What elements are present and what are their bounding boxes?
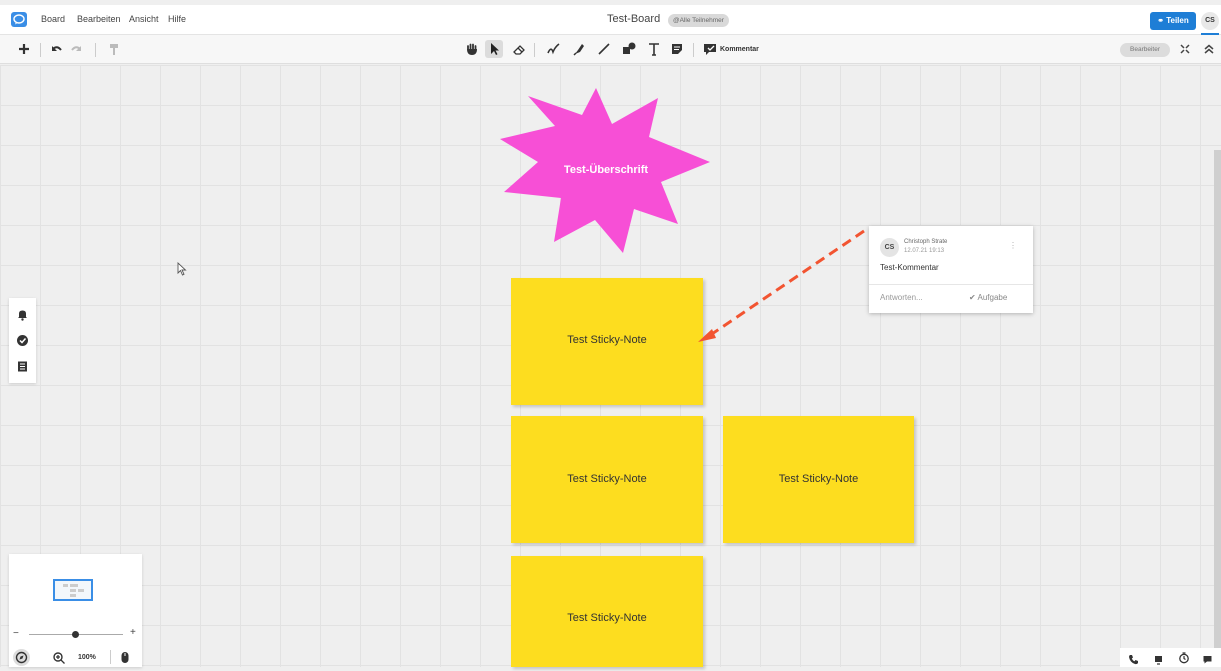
collapse-toolbar-icon[interactable] bbox=[1200, 40, 1218, 58]
sticky-note[interactable]: Test Sticky-Note bbox=[723, 416, 914, 543]
list-icon[interactable] bbox=[15, 359, 30, 374]
timer-icon[interactable] bbox=[1178, 651, 1190, 669]
zoom-magnifier-icon[interactable] bbox=[52, 651, 66, 670]
menu-hilfe[interactable]: Hilfe bbox=[168, 14, 186, 24]
select-tool-icon[interactable] bbox=[485, 40, 503, 58]
toolbar-divider bbox=[693, 43, 694, 57]
toolbar-divider bbox=[534, 43, 535, 57]
editor-mode-pill[interactable]: Bearbeiter bbox=[1120, 43, 1170, 57]
zoom-slider-thumb[interactable] bbox=[72, 631, 79, 638]
phone-icon[interactable] bbox=[1128, 652, 1139, 670]
sticky-note-text: Test Sticky-Note bbox=[567, 334, 647, 346]
bell-icon[interactable] bbox=[15, 307, 30, 322]
comment-author: Christoph Strate bbox=[904, 239, 948, 245]
task-label: Aufgabe bbox=[977, 293, 1008, 302]
app-logo-icon[interactable] bbox=[11, 12, 27, 27]
sticky-note-tool-icon[interactable] bbox=[668, 40, 686, 58]
pen-icon[interactable] bbox=[545, 40, 563, 58]
sticky-note[interactable]: Test Sticky-Note bbox=[511, 416, 703, 543]
menu-bar: Board Bearbeiten Ansicht Hilfe Test-Boar… bbox=[0, 5, 1221, 35]
menu-ansicht[interactable]: Ansicht bbox=[129, 14, 159, 24]
star-shape[interactable]: Test-Überschrift bbox=[498, 88, 714, 254]
comment-tool-label[interactable]: Kommentar bbox=[720, 46, 759, 53]
toolbar-divider bbox=[95, 43, 96, 57]
shape-text: Test-Überschrift bbox=[563, 164, 649, 176]
screen-share-icon[interactable] bbox=[1153, 652, 1164, 670]
menu-board[interactable]: Board bbox=[41, 14, 65, 24]
comment-text: Test-Kommentar bbox=[880, 263, 939, 272]
format-painter-icon[interactable] bbox=[105, 40, 123, 58]
side-panel bbox=[9, 298, 36, 383]
hand-tool-icon[interactable] bbox=[463, 40, 481, 58]
participants-badge[interactable]: @Alle Teilnehmer bbox=[668, 14, 729, 27]
chat-icon[interactable] bbox=[1202, 652, 1213, 670]
fullscreen-icon[interactable] bbox=[1176, 40, 1194, 58]
minimap-panel: − + 100% bbox=[9, 554, 142, 667]
zoom-out-button[interactable]: − bbox=[13, 628, 19, 639]
eraser-icon[interactable] bbox=[510, 40, 528, 58]
undo-icon[interactable] bbox=[47, 40, 65, 58]
check-circle-icon[interactable] bbox=[15, 333, 30, 348]
user-avatar[interactable]: CS bbox=[1201, 12, 1219, 30]
zoom-percentage[interactable]: 100% bbox=[78, 654, 96, 661]
zoom-in-button[interactable]: + bbox=[130, 627, 136, 638]
marker-icon[interactable] bbox=[570, 40, 588, 58]
toolbar: Kommentar Bearbeiter bbox=[0, 35, 1221, 64]
line-tool-icon[interactable] bbox=[595, 40, 613, 58]
board-title[interactable]: Test-Board bbox=[607, 13, 660, 25]
comment-icon[interactable] bbox=[701, 40, 719, 58]
add-icon[interactable] bbox=[15, 40, 33, 58]
sticky-note-text: Test Sticky-Note bbox=[778, 473, 859, 485]
sticky-note[interactable]: Test Sticky-Note bbox=[511, 556, 703, 667]
more-options-icon[interactable]: ⋮ bbox=[1009, 241, 1017, 250]
zoom-divider bbox=[110, 650, 111, 664]
sticky-note-text: Test Sticky-Note bbox=[567, 612, 647, 624]
bottom-right-controls bbox=[1120, 648, 1221, 667]
comment-card[interactable]: CS Christoph Strate 12.07.21 19:13 ⋮ Tes… bbox=[869, 226, 1033, 313]
mouse-cursor-icon bbox=[177, 262, 187, 276]
compass-icon[interactable] bbox=[13, 649, 30, 666]
link-icon: ⚭ bbox=[1157, 16, 1167, 25]
comment-arrow[interactable] bbox=[690, 228, 870, 346]
task-button[interactable]: ✔ Aufgabe bbox=[969, 293, 1007, 302]
text-tool-icon[interactable] bbox=[645, 40, 663, 58]
toolbar-divider bbox=[40, 43, 41, 57]
comment-divider bbox=[869, 284, 1033, 285]
mouse-mode-icon[interactable] bbox=[120, 651, 130, 670]
minimap-viewport[interactable] bbox=[53, 579, 93, 601]
sticky-note[interactable]: Test Sticky-Note bbox=[511, 278, 703, 405]
reply-input[interactable]: Antworten... bbox=[880, 293, 923, 302]
redo-icon[interactable] bbox=[68, 40, 86, 58]
comment-avatar: CS bbox=[880, 238, 899, 257]
sticky-note-text: Test Sticky-Note bbox=[567, 473, 647, 485]
comment-date: 12.07.21 19:13 bbox=[904, 248, 945, 254]
share-label: Teilen bbox=[1166, 16, 1189, 25]
shapes-icon[interactable] bbox=[620, 40, 638, 58]
share-button[interactable]: ⚭ Teilen bbox=[1150, 12, 1196, 30]
menu-bearbeiten[interactable]: Bearbeiten bbox=[77, 14, 121, 24]
vertical-scrollbar[interactable] bbox=[1214, 150, 1221, 667]
